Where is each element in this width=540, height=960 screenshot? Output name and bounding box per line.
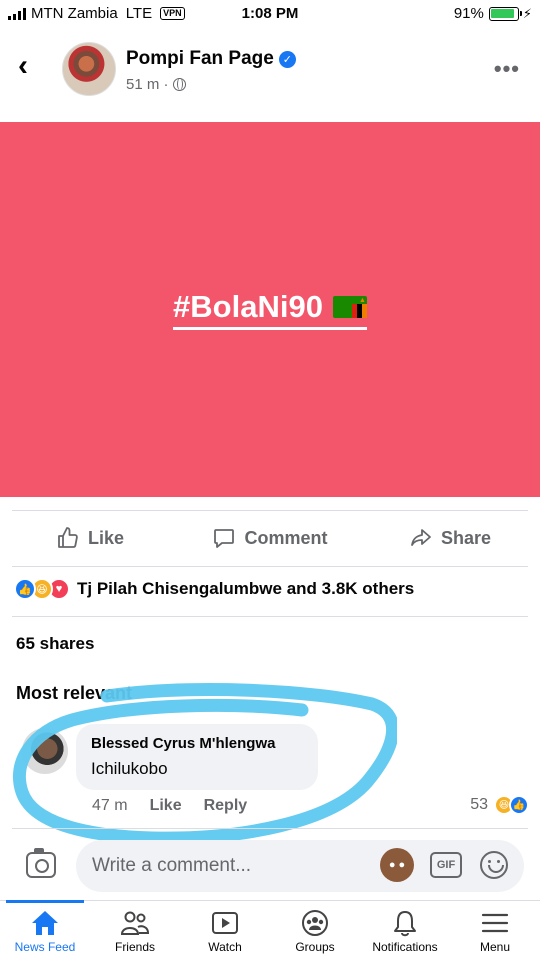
status-bar: MTN Zambia LTE VPN 1:08 PM 91% ⚡ <box>0 0 540 28</box>
post-time: 51 m · <box>126 76 169 93</box>
globe-icon <box>172 78 186 91</box>
comment-text: Ichilukobo <box>91 759 168 778</box>
share-button[interactable]: Share <box>360 514 540 562</box>
tab-label: Notifications <box>372 940 438 954</box>
post-header: ‹ Pompi Fan Page ✓ 51 m · ••• <box>0 30 540 110</box>
back-icon[interactable]: ‹ <box>18 48 28 84</box>
comment-icon <box>214 529 235 548</box>
divider <box>12 566 528 567</box>
page-avatar[interactable] <box>62 42 116 96</box>
thumbs-up-icon <box>58 527 78 548</box>
comment-reactions[interactable]: 53 😆 👍 <box>470 795 529 815</box>
post-actions: Like Comment Share <box>0 514 540 562</box>
tab-menu[interactable]: Menu <box>450 901 540 960</box>
tab-groups[interactable]: Groups <box>270 901 360 960</box>
tab-friends[interactable]: Friends <box>90 901 180 960</box>
share-icon <box>411 529 431 546</box>
page-name[interactable]: Pompi Fan Page <box>126 48 274 70</box>
battery-fill <box>491 9 515 18</box>
groups-icon <box>302 910 328 936</box>
battery-icon <box>488 6 522 21</box>
share-label: Share <box>440 527 492 548</box>
like-label: Like <box>87 527 125 548</box>
comment-button[interactable]: Comment <box>180 514 360 562</box>
comment-bubble[interactable]: Blessed Cyrus M'hlengwa Ichilukobo <box>76 724 318 790</box>
hashtag-text[interactable]: #BolaNi90 ▲ <box>173 289 367 330</box>
comment-like-button[interactable]: Like <box>150 797 182 815</box>
comment-input[interactable] <box>92 855 372 877</box>
tab-label: Watch <box>208 940 242 954</box>
tab-notifications[interactable]: Notifications <box>360 901 450 960</box>
like-button[interactable]: Like <box>0 514 180 562</box>
flag-stripe-orange <box>361 304 367 318</box>
zambia-flag-icon: ▲ <box>332 296 367 318</box>
tab-watch[interactable]: Watch <box>180 901 270 960</box>
tab-label: Friends <box>114 940 155 954</box>
gif-button[interactable]: GIF <box>430 852 462 878</box>
avatar-sticker-icon[interactable]: ● ● <box>380 848 414 882</box>
hashtag-label[interactable]: #BolaNi90 <box>173 289 323 325</box>
comment-time: 47 m <box>92 797 128 814</box>
reactions-text[interactable]: Tj Pilah Chisengalumbwe and 3.8K others <box>77 579 414 599</box>
bottom-tab-bar: News Feed Friends Watch Groups Notificat… <box>0 900 540 960</box>
battery-percent: 91% <box>453 5 484 22</box>
more-options-icon[interactable]: ••• <box>494 56 520 82</box>
tab-label: Groups <box>295 940 335 954</box>
verified-badge-icon: ✓ <box>278 50 296 68</box>
bell-icon <box>394 911 416 937</box>
menu-icon <box>481 913 509 933</box>
like-reaction-icon: 👍 <box>14 578 36 600</box>
watch-icon <box>212 912 238 934</box>
commenter-avatar[interactable] <box>22 728 68 774</box>
comment-reaction-count: 53 <box>470 796 488 813</box>
like-reaction-icon: 👍 <box>509 795 529 815</box>
charging-icon: ⚡ <box>522 5 532 21</box>
comment-sort-filter[interactable]: Most relevant <box>16 683 132 704</box>
comment-composer[interactable]: ● ● GIF <box>76 840 524 892</box>
tab-news-feed[interactable]: News Feed <box>0 900 90 960</box>
shares-count[interactable]: 65 shares <box>16 634 94 654</box>
tab-label: Menu <box>479 940 511 954</box>
post-image[interactable]: #BolaNi90 ▲ <box>0 122 540 497</box>
status-right: 91% ⚡ <box>454 5 532 22</box>
friends-icon <box>120 911 150 935</box>
reactions-summary[interactable]: 👍 😆 ♥ Tj Pilah Chisengalumbwe and 3.8K o… <box>14 578 414 600</box>
post-meta: 51 m · <box>126 76 186 93</box>
camera-icon[interactable] <box>26 848 56 878</box>
comment-meta: 47 m Like Reply <box>92 797 247 815</box>
divider <box>12 828 528 829</box>
home-icon <box>32 911 58 935</box>
comment-author[interactable]: Blessed Cyrus M'hlengwa <box>91 735 303 752</box>
comment-reply-button[interactable]: Reply <box>204 797 248 815</box>
divider <box>12 510 528 511</box>
divider <box>12 616 528 617</box>
emoji-icon[interactable] <box>480 851 508 879</box>
page-name-row[interactable]: Pompi Fan Page ✓ <box>126 48 296 70</box>
tab-label: News Feed <box>14 940 76 954</box>
comment-label: Comment <box>244 527 328 548</box>
